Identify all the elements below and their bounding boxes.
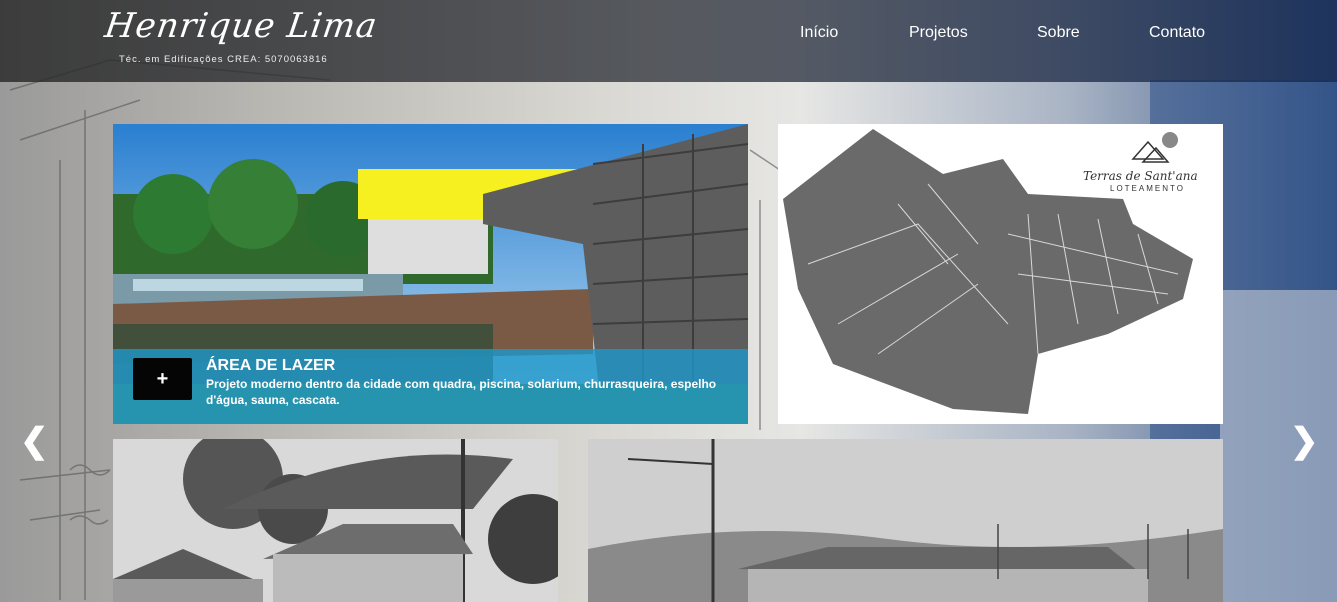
nav-item-projetos[interactable]: Projetos bbox=[909, 24, 968, 42]
project-image bbox=[588, 439, 1223, 602]
project-caption: + ÁREA DE LAZER Projeto moderno dentro d… bbox=[113, 349, 748, 424]
project-tile-loteamento[interactable]: Terras de Sant'ana LOTEAMENTO bbox=[778, 124, 1223, 424]
project-tile-casa[interactable] bbox=[113, 439, 558, 602]
project-tile-area-de-lazer[interactable]: + ÁREA DE LAZER Projeto moderno dentro d… bbox=[113, 124, 748, 424]
nav-item-sobre[interactable]: Sobre bbox=[1037, 24, 1080, 42]
site-plan-image: Terras de Sant'ana LOTEAMENTO bbox=[778, 124, 1223, 424]
logo-subtitle: Téc. em Edificações CREA: 5070063816 bbox=[119, 54, 328, 65]
main-nav: Início Projetos Sobre Contato bbox=[0, 24, 1337, 48]
project-tile-condominio[interactable] bbox=[588, 439, 1223, 602]
nav-item-inicio[interactable]: Início bbox=[800, 24, 838, 42]
more-button[interactable]: + bbox=[133, 358, 192, 400]
site-header: Henrique Lima Téc. em Edificações CREA: … bbox=[0, 0, 1337, 82]
nav-item-contato[interactable]: Contato bbox=[1149, 24, 1205, 42]
project-image bbox=[113, 439, 558, 602]
brand-name: Terras de Sant'ana bbox=[1083, 169, 1198, 183]
project-description: Projeto moderno dentro da cidade com qua… bbox=[206, 377, 717, 407]
chevron-right-icon[interactable]: ❯ bbox=[1290, 424, 1319, 458]
brand-subtitle: LOTEAMENTO bbox=[1110, 184, 1185, 193]
chevron-left-icon[interactable]: ❮ bbox=[20, 424, 49, 458]
project-title: ÁREA DE LAZER bbox=[206, 357, 336, 374]
